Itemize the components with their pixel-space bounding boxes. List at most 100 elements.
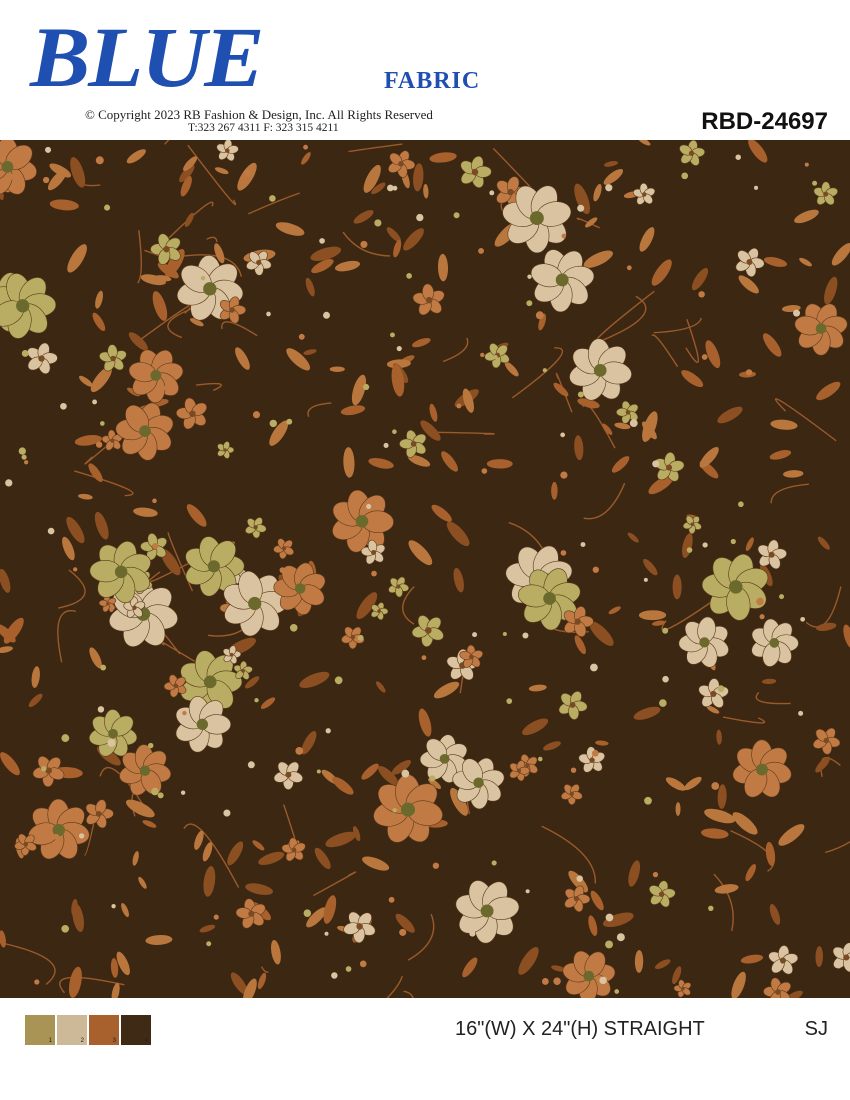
bud-dot bbox=[247, 761, 255, 769]
leaf-motif bbox=[682, 533, 693, 558]
leaf-motif bbox=[245, 883, 274, 895]
bud-dot bbox=[363, 383, 370, 391]
bud-dot bbox=[592, 566, 599, 573]
bud-dot bbox=[626, 265, 632, 271]
leaf-motif bbox=[815, 756, 831, 773]
leaf-motif bbox=[412, 337, 431, 348]
bud-dot bbox=[745, 369, 753, 376]
bud-dot bbox=[18, 447, 26, 455]
bud-dot bbox=[717, 685, 725, 693]
leaf-motif bbox=[614, 422, 631, 430]
bud-dot bbox=[560, 432, 566, 438]
vine-stem bbox=[386, 975, 403, 998]
bud-dot bbox=[537, 756, 543, 762]
bud-dot bbox=[374, 219, 382, 227]
bud-dot bbox=[429, 775, 436, 782]
leaf-motif bbox=[738, 275, 759, 294]
leaf-motif bbox=[627, 532, 639, 543]
small-flower-motif bbox=[399, 429, 427, 458]
bud-dot bbox=[560, 471, 568, 479]
bud-dot bbox=[213, 914, 219, 920]
leaf-motif bbox=[714, 884, 739, 894]
bud-dot bbox=[480, 352, 485, 358]
leaf-motif bbox=[67, 244, 87, 273]
bud-dot bbox=[392, 808, 397, 813]
bud-dot bbox=[453, 212, 460, 219]
leaf-motif bbox=[831, 243, 850, 266]
leaf-motif bbox=[0, 646, 13, 653]
bud-dot bbox=[41, 766, 47, 772]
bud-dot bbox=[541, 978, 549, 985]
bud-dot bbox=[535, 311, 544, 320]
large-flower-motif bbox=[332, 489, 394, 553]
leaf-motif bbox=[62, 536, 75, 561]
bud-dot bbox=[779, 594, 785, 600]
leaf-motif bbox=[604, 160, 618, 167]
leaf-motif bbox=[528, 684, 547, 692]
leaf-motif bbox=[704, 808, 736, 824]
bud-dot bbox=[659, 699, 667, 707]
bud-dot bbox=[303, 144, 308, 150]
bud-dot bbox=[560, 550, 567, 556]
bud-dot bbox=[97, 706, 105, 713]
leaf-motif bbox=[92, 312, 106, 332]
bud-dot bbox=[421, 655, 427, 661]
bud-dot bbox=[560, 214, 568, 221]
bud-dot bbox=[61, 734, 70, 743]
leaf-motif bbox=[88, 463, 103, 482]
leaf-motif bbox=[303, 349, 317, 355]
swatch-number: 2 bbox=[80, 1038, 84, 1044]
leaf-motif bbox=[0, 752, 20, 776]
leaf-motif bbox=[608, 606, 621, 615]
bud-dot bbox=[34, 979, 40, 985]
leaf-motif bbox=[332, 776, 354, 795]
leaf-motif bbox=[325, 831, 357, 848]
leaf-motif bbox=[132, 851, 139, 866]
leaf-motif bbox=[145, 935, 173, 945]
leaf-motif bbox=[429, 152, 457, 163]
small-flower-motif bbox=[32, 756, 65, 788]
vine-stem bbox=[195, 382, 222, 392]
leaf-motif bbox=[639, 227, 655, 252]
bud-dot bbox=[47, 527, 55, 535]
leaf-motif bbox=[184, 212, 194, 228]
bud-dot bbox=[92, 718, 101, 727]
leaf-motif bbox=[770, 419, 798, 430]
large-flower-motif bbox=[751, 618, 799, 667]
bud-dot bbox=[392, 185, 398, 191]
leaf-motif bbox=[518, 946, 539, 975]
large-flower-motif bbox=[28, 798, 90, 860]
bud-dot bbox=[107, 738, 116, 747]
bud-dot bbox=[793, 309, 801, 317]
leaf-motif bbox=[763, 256, 788, 267]
vine-stem bbox=[582, 402, 616, 449]
leaf-motif bbox=[765, 841, 776, 867]
leaf-motif bbox=[590, 890, 604, 911]
logo-wordmark: BLUE bbox=[30, 9, 265, 105]
bud-dot bbox=[542, 368, 547, 373]
leaf-motif bbox=[732, 812, 758, 835]
leaf-motif bbox=[651, 259, 672, 286]
leaf-motif bbox=[301, 152, 311, 165]
leaf-motif bbox=[462, 957, 478, 978]
leaf-motif bbox=[574, 435, 584, 461]
leaf-motif bbox=[133, 507, 158, 517]
bud-dot bbox=[383, 442, 389, 448]
bud-dot bbox=[738, 501, 744, 508]
leaf-motif bbox=[778, 824, 805, 846]
large-flower-motif bbox=[530, 249, 595, 313]
bud-dot bbox=[104, 204, 111, 211]
bud-dot bbox=[570, 767, 577, 773]
bud-dot bbox=[701, 354, 708, 360]
leaf-motif bbox=[595, 740, 609, 746]
bud-dot bbox=[269, 419, 277, 428]
bud-dot bbox=[95, 156, 104, 165]
small-flower-motif bbox=[679, 140, 706, 166]
leaf-motif bbox=[681, 370, 704, 388]
bud-dot bbox=[3, 180, 9, 187]
leaf-motif bbox=[588, 915, 598, 936]
leaf-motif bbox=[638, 610, 667, 621]
repeat-size-label: 16"(W) X 24"(H) STRAIGHT bbox=[455, 1018, 705, 1040]
vine-stem bbox=[713, 873, 734, 932]
leaf-motif bbox=[203, 866, 216, 897]
